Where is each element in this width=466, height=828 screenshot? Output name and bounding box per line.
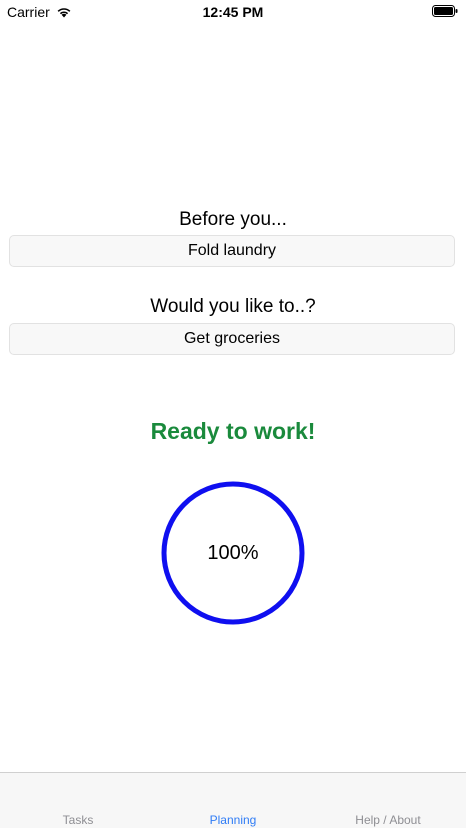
tab-planning[interactable]: Planning bbox=[173, 813, 293, 827]
before-task-button[interactable]: Fold laundry bbox=[9, 235, 455, 267]
tab-bar: Tasks Planning Help / About bbox=[0, 772, 466, 828]
before-label: Before you... bbox=[179, 209, 287, 230]
ready-status-text: Ready to work! bbox=[150, 418, 316, 444]
app-screen: Carrier 12:45 PM Before you... Fold laun… bbox=[0, 0, 466, 828]
tab-tasks[interactable]: Tasks bbox=[18, 813, 138, 827]
battery-icon bbox=[432, 5, 458, 17]
status-bar: Carrier 12:45 PM bbox=[0, 0, 466, 24]
progress-percent-text: 100% bbox=[207, 542, 259, 564]
would-task-button[interactable]: Get groceries bbox=[9, 323, 455, 355]
would-label: Would you like to..? bbox=[150, 296, 316, 317]
tab-help-about[interactable]: Help / About bbox=[328, 813, 448, 827]
status-time: 12:45 PM bbox=[202, 4, 264, 20]
